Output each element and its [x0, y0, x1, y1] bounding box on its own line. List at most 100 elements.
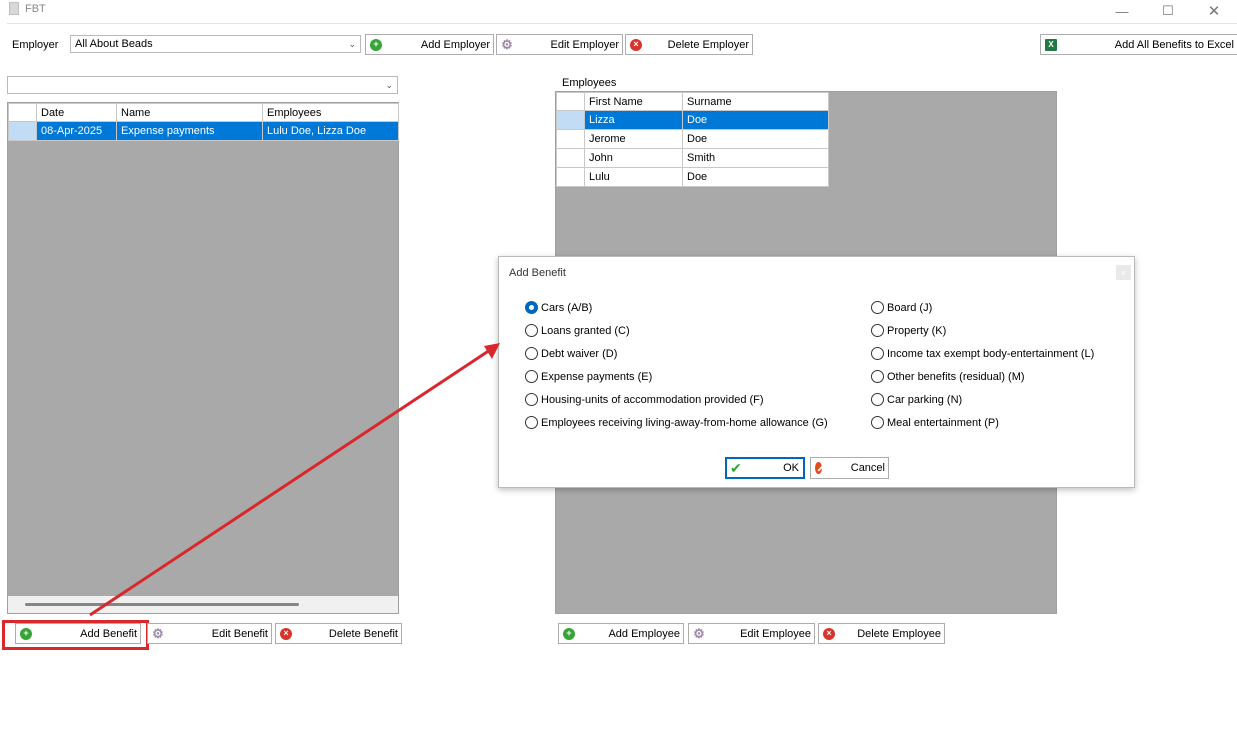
table-row[interactable]: 08-Apr-2025 Expense payments Lulu Doe, L…: [8, 121, 399, 141]
row-header[interactable]: [556, 110, 585, 130]
radio-expense-payments[interactable]: Expense payments (E): [525, 365, 828, 388]
cell-employees[interactable]: Lulu Doe, Lizza Doe: [262, 121, 399, 141]
add-employee-button[interactable]: + Add Employee: [558, 623, 684, 644]
dialog-close-icon[interactable]: ×: [1116, 265, 1131, 280]
add-employer-button[interactable]: + Add Employer: [365, 34, 494, 55]
radio-other-benefits[interactable]: Other benefits (residual) (M): [871, 365, 1094, 388]
cell-date[interactable]: 08-Apr-2025: [36, 121, 117, 141]
cell-surname[interactable]: Doe: [682, 167, 829, 187]
column-header-date[interactable]: Date: [36, 103, 117, 122]
add-icon: +: [370, 38, 382, 51]
add-icon: +: [20, 627, 32, 640]
delete-icon: ×: [280, 627, 292, 640]
ok-button[interactable]: ✔ OK: [725, 457, 805, 479]
radio-car-parking[interactable]: Car parking (N): [871, 388, 1094, 411]
edit-employer-button[interactable]: ⚙ Edit Employer: [496, 34, 623, 55]
maximize-icon[interactable]: ☐: [1145, 0, 1191, 22]
radio-loans[interactable]: Loans granted (C): [525, 319, 828, 342]
employees-label: Employees: [562, 77, 617, 89]
cell-first-name[interactable]: John: [584, 148, 683, 168]
radio-meal-entertainment[interactable]: Meal entertainment (P): [871, 411, 1094, 434]
radio-icon[interactable]: [871, 416, 884, 429]
radio-icon[interactable]: [525, 416, 538, 429]
delete-employee-button[interactable]: × Delete Employee: [818, 623, 945, 644]
gear-icon: ⚙: [501, 37, 513, 52]
minimize-icon[interactable]: —: [1099, 0, 1145, 22]
employees-table: First Name Surname Lizza Doe Jerome Doe …: [556, 92, 829, 187]
radio-icon[interactable]: [525, 324, 538, 337]
column-header-surname[interactable]: Surname: [682, 92, 829, 111]
cell-first-name[interactable]: Lizza: [584, 110, 683, 130]
radio-icon[interactable]: [871, 347, 884, 360]
gear-icon: ⚙: [152, 626, 164, 641]
radio-selected-icon[interactable]: [525, 301, 538, 314]
window-title: FBT: [25, 3, 46, 15]
benefits-header-row: Date Name Employees: [8, 103, 399, 122]
column-header-employees[interactable]: Employees: [262, 103, 399, 122]
delete-icon: ×: [630, 38, 642, 51]
employer-select-value: All About Beads: [75, 38, 153, 50]
row-header[interactable]: [556, 148, 585, 168]
employees-header-row: First Name Surname: [556, 92, 829, 111]
column-header-name[interactable]: Name: [116, 103, 263, 122]
cell-surname[interactable]: Smith: [682, 148, 829, 168]
row-header-corner: [556, 92, 585, 111]
delete-benefit-button[interactable]: × Delete Benefit: [275, 623, 402, 644]
scrollbar-thumb[interactable]: [25, 603, 299, 606]
benefit-options-right: Board (J) Property (K) Income tax exempt…: [871, 296, 1094, 434]
benefits-grid[interactable]: Date Name Employees 08-Apr-2025 Expense …: [7, 102, 399, 614]
radio-cars[interactable]: Cars (A/B): [525, 296, 828, 319]
cell-name[interactable]: Expense payments: [116, 121, 263, 141]
radio-lafha[interactable]: Employees receiving living-away-from-hom…: [525, 411, 828, 434]
close-icon[interactable]: ✕: [1191, 0, 1237, 22]
row-header[interactable]: [556, 167, 585, 187]
cancel-icon: [815, 462, 822, 474]
benefit-options-left: Cars (A/B) Loans granted (C) Debt waiver…: [525, 296, 828, 434]
edit-employee-button[interactable]: ⚙ Edit Employee: [688, 623, 815, 644]
row-header-corner: [8, 103, 37, 122]
title-divider: [7, 23, 1237, 24]
chevron-down-icon: ⌄: [385, 79, 393, 90]
cancel-button[interactable]: Cancel: [810, 457, 889, 479]
gear-icon: ⚙: [693, 626, 705, 641]
table-row[interactable]: John Smith: [556, 148, 829, 168]
employer-select[interactable]: All About Beads ⌄: [70, 35, 361, 53]
table-row[interactable]: Lulu Doe: [556, 167, 829, 187]
cell-surname[interactable]: Doe: [682, 129, 829, 149]
benefits-table: Date Name Employees 08-Apr-2025 Expense …: [8, 103, 399, 141]
row-header[interactable]: [556, 129, 585, 149]
radio-entertainment[interactable]: Income tax exempt body-entertainment (L): [871, 342, 1094, 365]
radio-icon[interactable]: [871, 301, 884, 314]
delete-employer-button[interactable]: × Delete Employer: [625, 34, 753, 55]
excel-icon: X: [1045, 38, 1057, 51]
export-excel-button[interactable]: X Add All Benefits to Excel: [1040, 34, 1237, 55]
app-icon: [9, 2, 19, 15]
radio-icon[interactable]: [525, 370, 538, 383]
horizontal-scrollbar[interactable]: [8, 596, 398, 613]
cell-first-name[interactable]: Jerome: [584, 129, 683, 149]
dialog-title: Add Benefit: [509, 267, 566, 279]
title-bar: FBT — ☐ ✕: [0, 0, 1237, 22]
radio-icon[interactable]: [525, 347, 538, 360]
cell-surname[interactable]: Doe: [682, 110, 829, 130]
radio-housing[interactable]: Housing-units of accommodation provided …: [525, 388, 828, 411]
cell-first-name[interactable]: Lulu: [584, 167, 683, 187]
benefit-filter-select[interactable]: ⌄: [7, 76, 398, 94]
radio-icon[interactable]: [871, 324, 884, 337]
radio-icon[interactable]: [871, 370, 884, 383]
radio-property[interactable]: Property (K): [871, 319, 1094, 342]
radio-board[interactable]: Board (J): [871, 296, 1094, 319]
table-row[interactable]: Jerome Doe: [556, 129, 829, 149]
add-benefit-button[interactable]: + Add Benefit: [15, 623, 141, 644]
column-header-first-name[interactable]: First Name: [584, 92, 683, 111]
row-header[interactable]: [8, 121, 37, 141]
radio-icon[interactable]: [525, 393, 538, 406]
edit-benefit-button[interactable]: ⚙ Edit Benefit: [147, 623, 272, 644]
table-row[interactable]: Lizza Doe: [556, 110, 829, 130]
radio-debt-waiver[interactable]: Debt waiver (D): [525, 342, 828, 365]
add-icon: +: [563, 627, 575, 640]
radio-icon[interactable]: [871, 393, 884, 406]
add-benefit-dialog: Add Benefit × Cars (A/B) Loans granted (…: [498, 256, 1135, 488]
checkmark-icon: ✔: [730, 459, 742, 476]
chevron-down-icon: ⌄: [348, 38, 356, 49]
